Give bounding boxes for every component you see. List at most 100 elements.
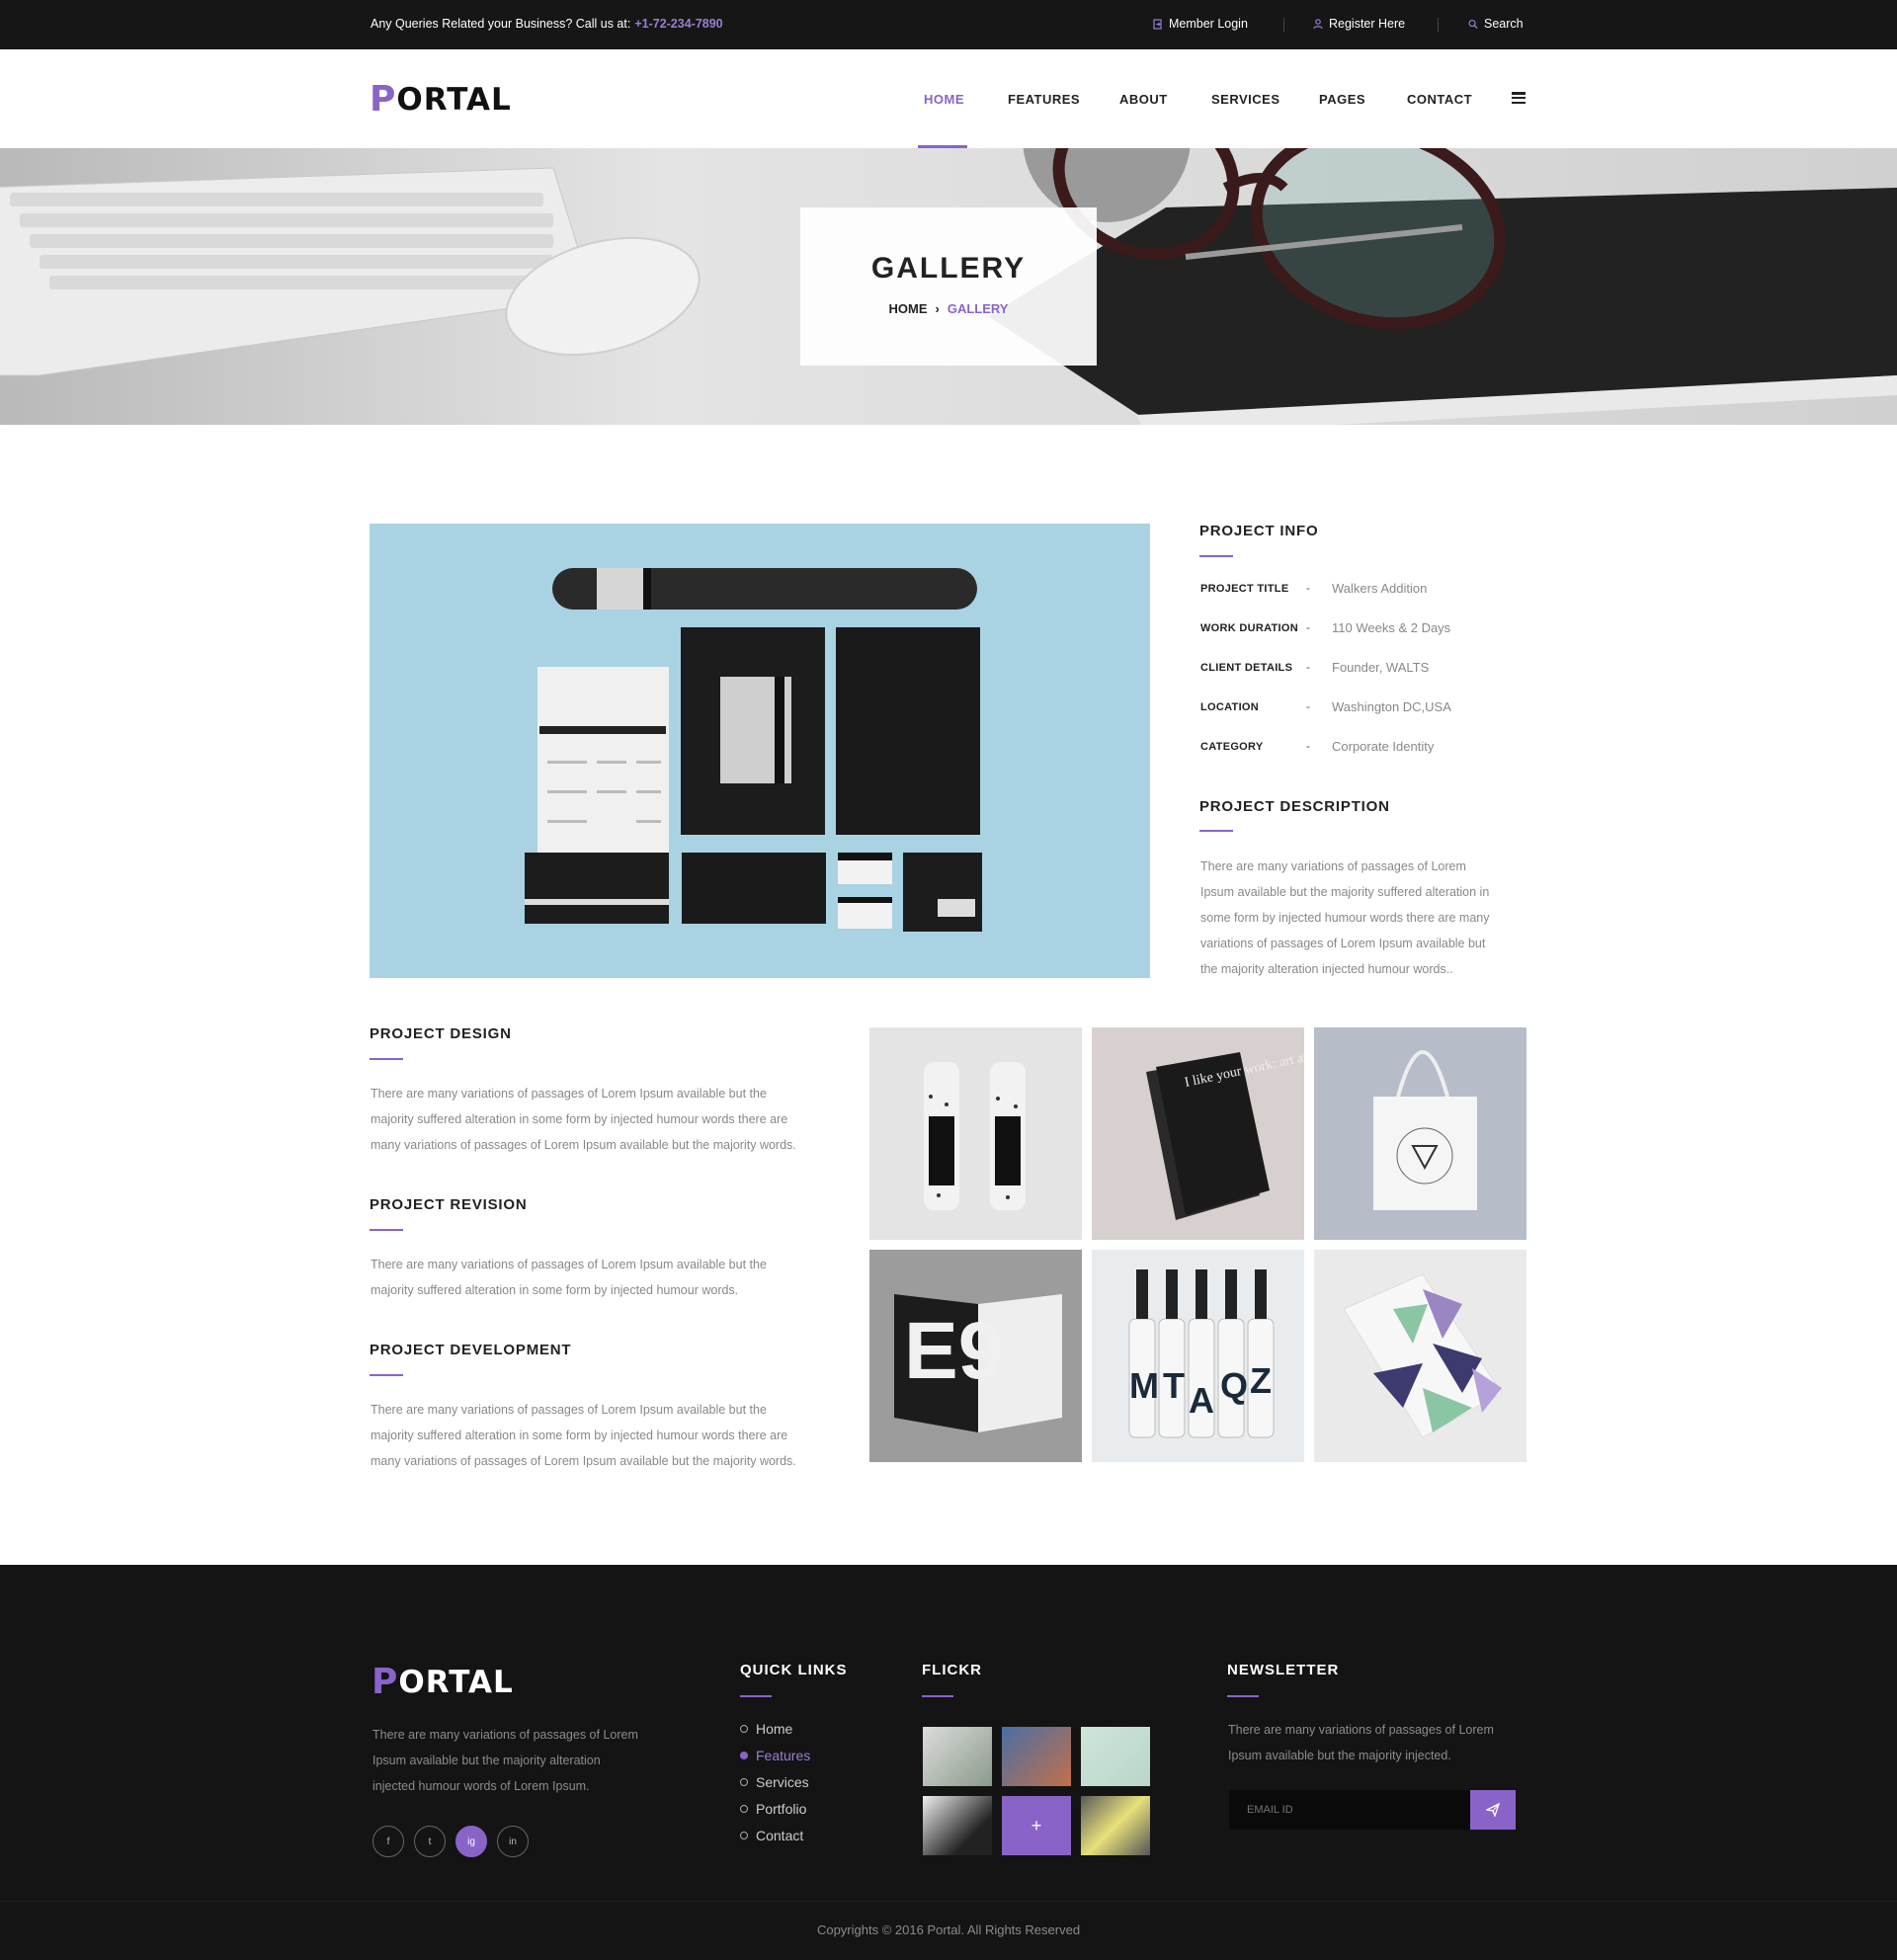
nav-contact[interactable]: CONTACT [1407,92,1472,107]
email-input[interactable] [1229,1790,1470,1830]
hamburger-menu-icon[interactable] [1512,92,1526,104]
gallery-thumb-bottles[interactable] [869,1027,1082,1240]
info-label: PROJECT TITLE [1200,583,1289,595]
info-dash: - [1306,620,1310,634]
twitter-icon[interactable]: t [414,1826,446,1857]
quick-links-heading: QUICK LINKS [740,1662,848,1678]
flickr-photo[interactable] [1081,1796,1150,1855]
project-description-heading: PROJECT DESCRIPTION [1199,798,1390,815]
social-links: f t ig in [372,1826,529,1857]
magazine-cover-text: E9 [904,1306,1003,1396]
bottle-letter: Z [1250,1360,1272,1401]
project-design-heading: PROJECT DESIGN [370,1025,512,1042]
business-cards-image [1343,1273,1503,1438]
flickr-photo[interactable] [923,1796,992,1855]
gallery-thumb-business-cards[interactable] [1314,1250,1526,1462]
flickr-heading: FLICKR [922,1662,982,1678]
phone-link[interactable]: +1-72-234-7890 [634,17,722,31]
bottle-letter: A [1189,1380,1214,1421]
info-dash: - [1306,660,1310,674]
send-icon [1486,1803,1500,1817]
copyright-text: Copyrights © 2016 Portal. All Rights Res… [0,1901,1897,1960]
subscribe-button[interactable] [1470,1790,1516,1830]
member-login-link[interactable]: Member Login [1153,17,1248,31]
bullet-icon [740,1752,748,1759]
page-title-box: GALLERY HOME › GALLERY [800,207,1097,366]
info-value: Corporate Identity [1332,739,1435,754]
project-info-heading: PROJECT INFO [1199,523,1319,539]
info-dash: - [1306,699,1310,713]
breadcrumb-home[interactable]: HOME [889,301,928,316]
tote-bag-image [1373,1050,1477,1210]
search-link[interactable]: Search [1468,17,1524,31]
info-label: LOCATION [1200,701,1260,713]
facebook-icon[interactable]: f [372,1826,404,1857]
gallery-thumb-tote-bag[interactable] [1314,1027,1526,1240]
heading-underline [1227,1695,1259,1697]
heading-underline [1199,555,1233,557]
project-development-text: There are many variations of passages of… [371,1403,796,1468]
heading-underline [922,1695,953,1697]
gallery-thumb-glass-bottles[interactable]: M T A Q Z [1092,1250,1304,1462]
heading-underline [740,1695,772,1697]
bullet-icon [740,1725,748,1733]
quick-link-portfolio[interactable]: Portfolio [740,1801,810,1817]
nav-services[interactable]: SERVICES [1211,92,1280,107]
user-icon [1313,18,1323,29]
heading-underline [1199,830,1233,832]
flickr-photo-hover[interactable]: + [1002,1796,1071,1855]
heading-underline [370,1229,403,1231]
login-icon [1153,18,1162,30]
instagram-icon[interactable]: ig [455,1826,487,1857]
info-label: WORK DURATION [1200,622,1299,634]
project-description-text: There are many variations of passages of… [1200,859,1490,976]
newsletter-text: There are many variations of passages of… [1228,1723,1494,1762]
bottle-letter: Q [1220,1365,1248,1406]
nav-about[interactable]: ABOUT [1119,92,1168,107]
flickr-photo[interactable] [1081,1727,1150,1786]
bullet-icon [740,1778,748,1786]
quick-link-contact[interactable]: Contact [740,1828,810,1843]
quick-link-features[interactable]: Features [740,1748,810,1763]
nav-home[interactable]: HOME [924,92,964,107]
linkedin-icon[interactable]: in [497,1826,529,1857]
project-revision-text: There are many variations of passages of… [371,1258,767,1297]
newsletter-heading: NEWSLETTER [1227,1662,1340,1678]
glass-bottles-image: M T A Q Z [1128,1269,1275,1438]
chevron-right-icon: › [935,301,940,316]
flickr-photo[interactable] [923,1727,992,1786]
flickr-photo[interactable] [1002,1727,1071,1786]
info-value: 110 Weeks & 2 Days [1332,620,1451,635]
magazine-image: E9 [894,1294,1062,1432]
heading-underline [370,1374,403,1376]
info-value: Walkers Addition [1332,581,1428,596]
gallery-thumb-magazine[interactable]: E9 [869,1250,1082,1462]
nav-pages[interactable]: PAGES [1319,92,1365,107]
divider [1283,18,1284,32]
info-label: CLIENT DETAILS [1200,662,1293,674]
gallery-thumb-books[interactable]: I like your work: art and etiquette [1092,1027,1304,1240]
heading-underline [370,1058,403,1060]
info-dash: - [1306,581,1310,595]
project-design-text: There are many variations of passages of… [371,1087,796,1152]
stationery-mockup-illustration [525,568,982,932]
bottles-image [924,1062,1026,1210]
quick-link-services[interactable]: Services [740,1774,810,1790]
register-link[interactable]: Register Here [1313,17,1405,31]
bottle-letter: T [1163,1365,1185,1406]
footer-about-text: There are many variations of passages of… [372,1728,638,1793]
quick-link-home[interactable]: Home [740,1721,810,1737]
site-logo[interactable]: P ORTAL [370,79,512,120]
project-development-heading: PROJECT DEVELOPMENT [370,1342,572,1358]
breadcrumb-current: GALLERY [947,301,1009,316]
footer-logo[interactable]: P ORTAL [371,1662,514,1702]
search-icon [1468,19,1478,29]
nav-features[interactable]: FEATURES [1008,92,1080,107]
books-image: I like your work: art and etiquette [1146,1037,1304,1220]
top-bar: Any Queries Related your Business? Call … [0,0,1897,49]
quick-links-list: Home Features Services Portfolio Contact [740,1721,810,1843]
bullet-icon [740,1805,748,1813]
project-revision-heading: PROJECT REVISION [370,1196,528,1213]
project-main-image[interactable] [370,524,1150,978]
info-value: Washington DC,USA [1332,699,1451,714]
